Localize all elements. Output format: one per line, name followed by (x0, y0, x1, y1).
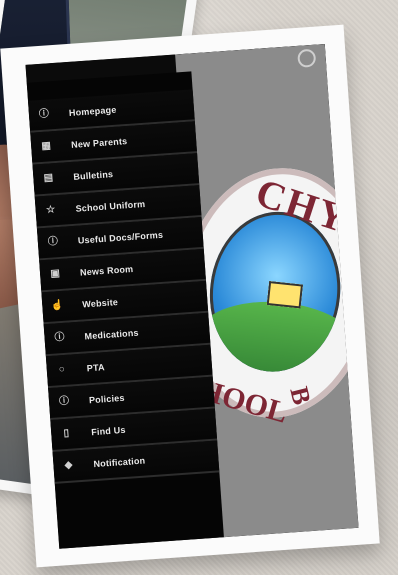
menu-item-label: PTA (86, 362, 106, 374)
menu-item-label: Policies (88, 392, 125, 406)
menu-item-label: Find Us (90, 424, 126, 438)
info-icon: ⓘ (47, 236, 59, 248)
phone-screen: CHY B HOOL ⓘ Homepage ▦ New Parents ▤ Bu… (25, 43, 359, 549)
menu-item-label: Bulletins (73, 169, 114, 182)
drawer-menu: ⓘ Homepage ▦ New Parents ▤ Bulletins ☆ S… (27, 89, 220, 484)
tag-icon: ◆ (64, 459, 73, 472)
menu-item-label: Useful Docs/Forms (77, 229, 164, 246)
menu-item-label: News Room (79, 263, 134, 278)
menu-item-label: School Uniform (75, 198, 146, 214)
navigation-drawer: ⓘ Homepage ▦ New Parents ▤ Bulletins ☆ S… (26, 71, 225, 549)
chat-icon: ○ (58, 363, 66, 376)
info-icon: ⓘ (58, 395, 70, 408)
star-icon: ☆ (45, 204, 56, 216)
menu-item-label: New Parents (70, 136, 128, 150)
menu-item-label: Notification (93, 455, 146, 470)
menu-item-label: Website (81, 297, 119, 310)
logo-house (266, 281, 304, 309)
menu-item-label: Medications (84, 327, 140, 342)
menu-item-label: Homepage (68, 104, 117, 118)
pointer-icon: ☝ (50, 299, 64, 312)
grid-icon: ▦ (41, 140, 52, 152)
info-icon: ⓘ (54, 331, 65, 344)
logo-hill (202, 293, 349, 379)
printed-screenshot-photo: CHY B HOOL ⓘ Homepage ▦ New Parents ▤ Bu… (0, 24, 380, 568)
info-icon: ⓘ (38, 108, 50, 121)
document-icon: ▤ (43, 172, 54, 184)
image-icon: ▣ (50, 268, 61, 280)
phone-icon: ▯ (63, 427, 70, 440)
